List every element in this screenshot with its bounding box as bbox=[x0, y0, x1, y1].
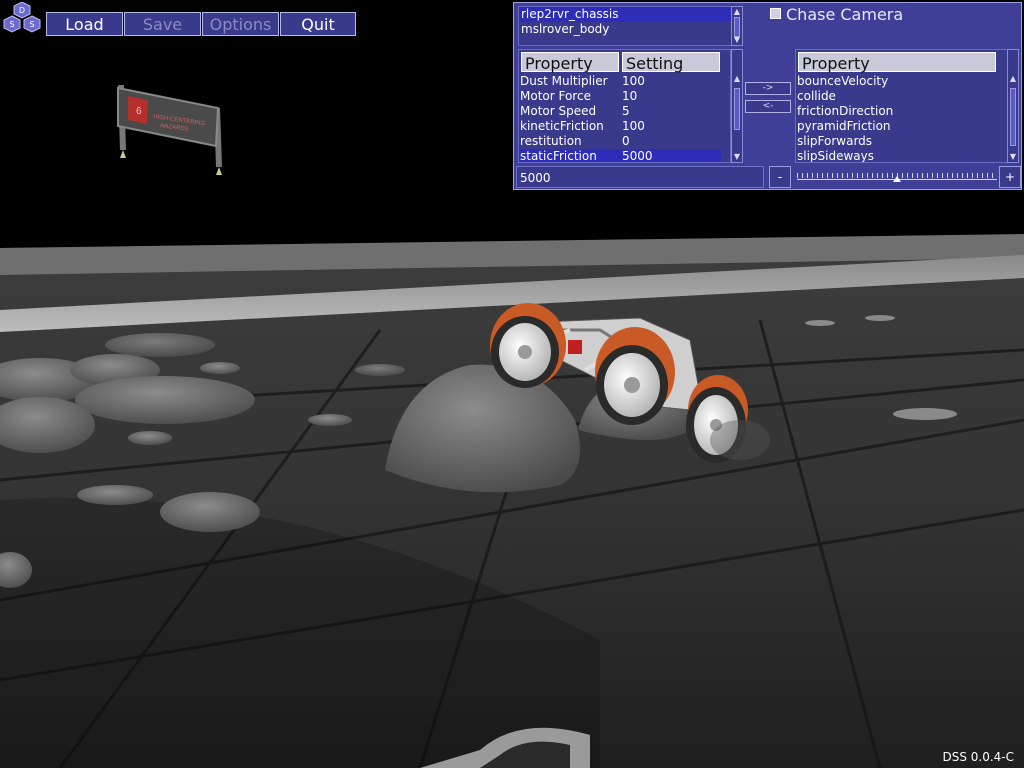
scroll-up-icon[interactable]: ▲ bbox=[732, 7, 742, 17]
slider-thumb[interactable] bbox=[893, 176, 901, 182]
save-button[interactable]: Save bbox=[124, 12, 201, 36]
scroll-up-icon[interactable]: ▲ bbox=[732, 74, 742, 84]
table-row-selected[interactable]: staticFriction 5000 bbox=[519, 149, 721, 162]
object-item[interactable]: rlep2rvr_chassis bbox=[519, 7, 732, 22]
column-header-setting[interactable]: Setting bbox=[622, 52, 720, 73]
list-item[interactable]: collide bbox=[796, 89, 1007, 104]
add-property-button[interactable]: -> bbox=[745, 82, 791, 95]
list-item[interactable]: bounceVelocity bbox=[796, 74, 1007, 89]
scroll-up-icon[interactable]: ▲ bbox=[1008, 74, 1018, 84]
available-properties-scrollbar[interactable]: ▲ ▼ bbox=[1007, 49, 1019, 163]
list-item[interactable]: slipForwards bbox=[796, 134, 1007, 149]
table-row[interactable]: Motor Speed 5 bbox=[519, 104, 730, 119]
property-panel: rlep2rvr_chassis mslrover_body ▲ ▼ Chase… bbox=[513, 2, 1022, 190]
scroll-down-icon[interactable]: ▼ bbox=[732, 152, 742, 162]
sign-number: 6 bbox=[136, 106, 142, 117]
settings-table[interactable]: Property Setting Dust Multiplier 100 Mot… bbox=[518, 49, 731, 163]
chase-camera-label: Chase Camera bbox=[786, 5, 904, 24]
list-item[interactable]: slipSideways bbox=[796, 149, 1007, 162]
table-row[interactable]: Dust Multiplier 100 bbox=[519, 74, 730, 89]
list-item[interactable]: frictionDirection bbox=[796, 104, 1007, 119]
column-header-property[interactable]: Property bbox=[798, 52, 996, 73]
settings-table-scrollbar[interactable]: ▲ ▼ bbox=[731, 49, 743, 163]
value-input[interactable]: 5000 bbox=[516, 166, 764, 188]
table-row[interactable]: kineticFriction 100 bbox=[519, 119, 730, 134]
quit-button[interactable]: Quit bbox=[280, 12, 356, 36]
remove-property-button[interactable]: <- bbox=[745, 100, 791, 113]
scroll-down-icon[interactable]: ▼ bbox=[1008, 152, 1018, 162]
options-button[interactable]: Options bbox=[202, 12, 279, 36]
list-item[interactable]: pyramidFriction bbox=[796, 119, 1007, 134]
value-slider[interactable] bbox=[797, 173, 997, 182]
chase-camera-checkbox[interactable] bbox=[770, 8, 781, 19]
decrement-button[interactable]: - bbox=[769, 166, 791, 188]
table-row[interactable]: Motor Force 10 bbox=[519, 89, 730, 104]
version-label: DSS 0.0.4-C bbox=[942, 750, 1014, 764]
svg-text:S: S bbox=[29, 20, 34, 29]
object-item[interactable]: mslrover_body bbox=[519, 22, 732, 37]
available-properties-table[interactable]: Property bounceVelocity collide friction… bbox=[795, 49, 1008, 163]
column-header-property[interactable]: Property bbox=[521, 52, 619, 73]
dss-logo-icon: D S S bbox=[3, 2, 41, 33]
table-row[interactable]: restitution 0 bbox=[519, 134, 730, 149]
increment-button[interactable]: + bbox=[999, 166, 1021, 188]
object-list-scrollbar[interactable]: ▲ ▼ bbox=[731, 6, 743, 46]
svg-text:S: S bbox=[9, 20, 14, 29]
object-list[interactable]: rlep2rvr_chassis mslrover_body bbox=[518, 6, 733, 46]
scroll-down-icon[interactable]: ▼ bbox=[732, 35, 742, 45]
load-button[interactable]: Load bbox=[46, 12, 123, 36]
svg-text:D: D bbox=[19, 6, 25, 15]
